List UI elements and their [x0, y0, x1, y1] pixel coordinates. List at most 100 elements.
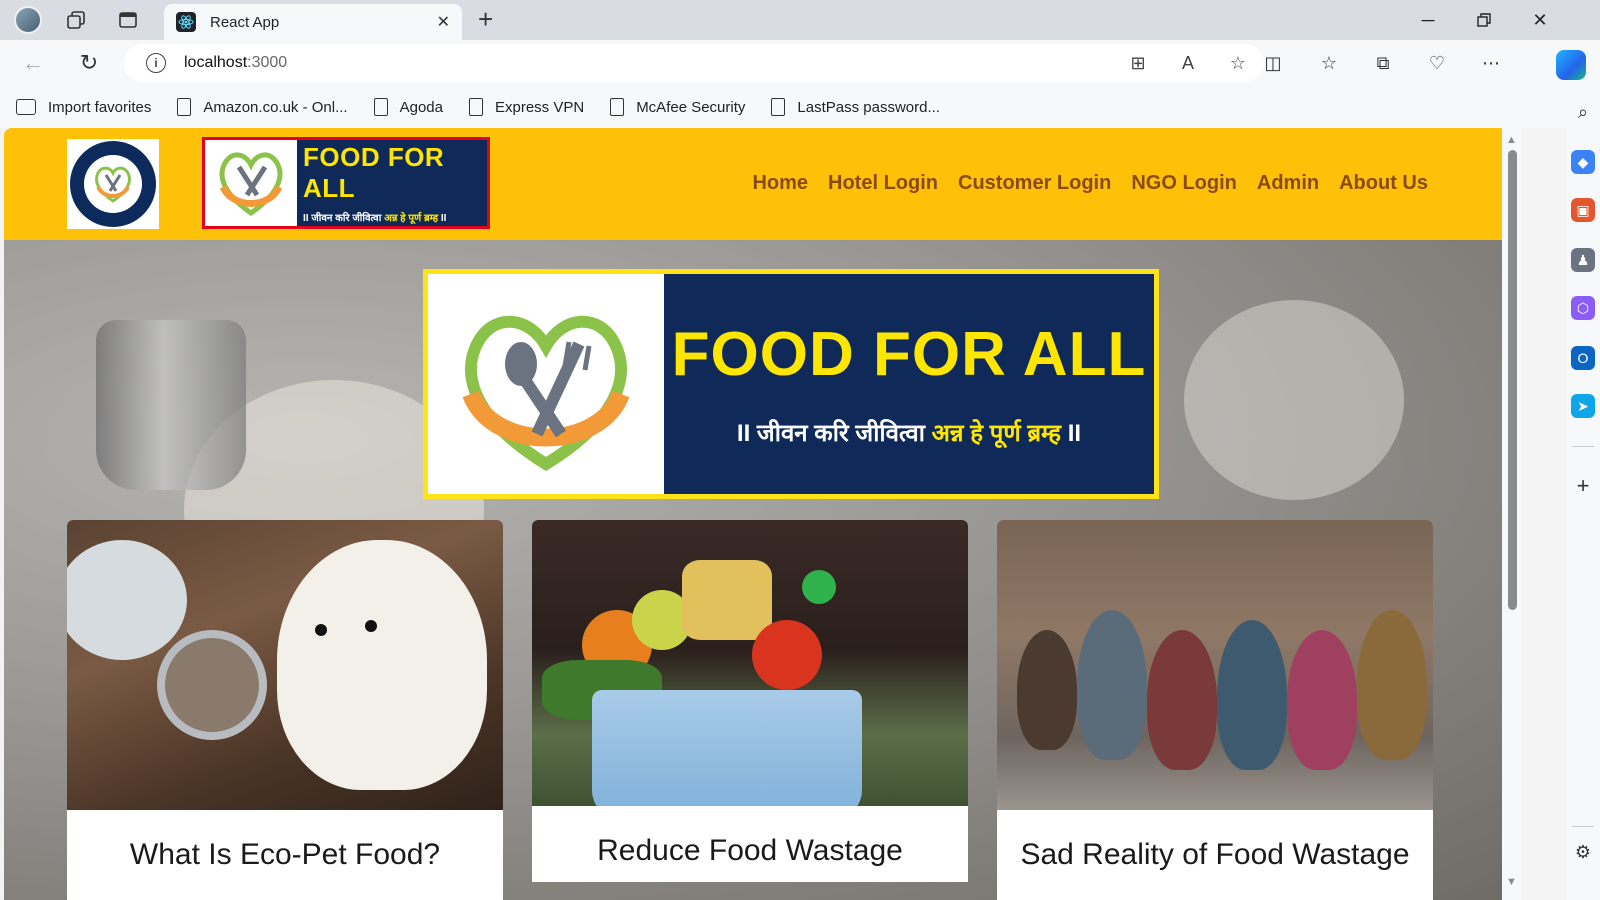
favorite-label: LastPass password...	[797, 98, 940, 116]
page-icon	[771, 98, 786, 116]
cheese-image	[682, 560, 772, 640]
refresh-icon[interactable]: ↻	[76, 50, 102, 76]
round-logo[interactable]	[67, 139, 159, 229]
close-window-icon[interactable]: ✕	[1528, 8, 1552, 32]
send-icon[interactable]: ➤	[1571, 394, 1595, 418]
page-icon	[177, 98, 192, 116]
microsoft-365-icon[interactable]: ⬡	[1571, 296, 1595, 320]
card-image-dog	[67, 520, 503, 810]
minimize-icon[interactable]: ─	[1416, 8, 1440, 32]
outlook-icon[interactable]: O	[1571, 346, 1595, 370]
hero-banner-emblem	[428, 274, 664, 494]
tagline-start: II जीवन करि जीवित्वा	[736, 420, 925, 447]
browser-toolbar: ← ↻ i localhost:3000 ⊞ A ☆ ◫ ☆ ⧉ ♡ ⋯	[0, 40, 1600, 86]
tools-icon[interactable]: ▣	[1571, 198, 1595, 222]
tab-close-icon[interactable]: ✕	[437, 12, 450, 32]
url-host: localhost	[184, 54, 248, 71]
back-arrow-icon[interactable]: ←	[20, 50, 46, 76]
heart-plate-icon	[95, 166, 131, 203]
card-image-food-waste	[532, 520, 968, 806]
url-port: :3000	[247, 54, 288, 71]
browser-essentials-icon[interactable]: ♡	[1424, 50, 1450, 76]
favorite-label: Import favorites	[48, 98, 152, 116]
nav-ngo-login[interactable]: NGO Login	[1131, 172, 1237, 195]
tagline-start: II जीवन करि जीवित्वा	[303, 213, 382, 224]
card-title: Reduce Food Wastage	[597, 834, 903, 867]
nav-about-us[interactable]: About Us	[1339, 172, 1428, 195]
sidebar-divider	[1572, 446, 1594, 447]
favorite-agoda[interactable]: Agoda	[373, 98, 443, 116]
heart-plate-icon	[219, 152, 283, 217]
nav-admin[interactable]: Admin	[1257, 172, 1319, 195]
hero-bg-bowl	[1184, 300, 1404, 500]
browser-tab[interactable]: React App ✕	[164, 4, 462, 40]
nav-customer-login[interactable]: Customer Login	[958, 172, 1111, 195]
site-navigation: Home Hotel Login Customer Login NGO Logi…	[752, 172, 1428, 195]
favorite-label: Agoda	[399, 98, 443, 116]
favorite-star-icon[interactable]: ☆	[1226, 51, 1250, 75]
more-menu-icon[interactable]: ⋯	[1478, 50, 1504, 76]
shopping-tag-icon[interactable]: ◆	[1571, 150, 1595, 174]
header-banner-logo[interactable]: FOOD FOR ALL II जीवन करि जीवित्वा अन्न ह…	[202, 137, 490, 229]
favorite-expressvpn[interactable]: Express VPN	[468, 98, 584, 116]
profile-avatar[interactable]	[14, 6, 42, 34]
tagline-end: II	[440, 213, 447, 224]
tomato-image	[752, 620, 822, 690]
address-bar[interactable]: i localhost:3000 ⊞ A ☆	[124, 44, 1264, 82]
copilot-icon[interactable]	[1556, 50, 1586, 80]
favorite-mcafee[interactable]: McAfee Security	[610, 98, 745, 116]
child-figure	[1217, 620, 1287, 770]
child-figure	[1017, 630, 1077, 750]
child-figure	[1357, 610, 1427, 760]
site-header: FOOD FOR ALL II जीवन करि जीवित्वा अन्न ह…	[4, 128, 1502, 240]
scroll-thumb[interactable]	[1508, 150, 1517, 610]
add-sidebar-icon[interactable]: +	[1571, 473, 1595, 498]
favorites-list-icon[interactable]: ☆	[1316, 50, 1342, 76]
page-icon	[468, 98, 483, 116]
card-eco-pet-food[interactable]: What Is Eco-Pet Food?	[67, 520, 503, 900]
tab-title: React App	[210, 13, 280, 31]
hero-bg-pitcher	[96, 320, 246, 490]
vertical-tabs-icon[interactable]	[116, 8, 140, 32]
favorite-import[interactable]: Import favorites	[16, 99, 151, 116]
child-figure	[1287, 630, 1357, 770]
favorite-lastpass[interactable]: LastPass password...	[771, 98, 940, 116]
scroll-down-icon[interactable]: ▼	[1506, 876, 1517, 888]
restore-icon[interactable]	[1472, 8, 1496, 32]
card-sad-reality[interactable]: Sad Reality of Food Wastage	[997, 520, 1433, 900]
apps-grid-icon[interactable]: ⊞	[1126, 51, 1150, 75]
favorite-amazon[interactable]: Amazon.co.uk - Onl...	[177, 98, 348, 116]
tagline-end: II	[1067, 420, 1082, 447]
dog-eye	[365, 620, 377, 632]
scroll-up-icon[interactable]: ▲	[1506, 134, 1517, 146]
hero-banner-tagline: II जीवन करि जीवित्वा अन्न हे पूर्ण ब्रम्…	[737, 416, 1081, 449]
card-title: What Is Eco-Pet Food?	[129, 838, 441, 871]
hero-banner: FOOD FOR ALL II जीवन करि जीवित्वा अन्न ह…	[423, 269, 1159, 499]
settings-gear-icon[interactable]: ⚙	[1571, 840, 1595, 864]
child-figure	[1147, 630, 1217, 770]
card-image-children	[997, 520, 1433, 810]
edge-sidebar: ⌕ ◆ ▣ ♟ ⬡ O ➤ + ⚙	[1566, 86, 1600, 900]
games-icon[interactable]: ♟	[1571, 248, 1595, 272]
page-viewport: FOOD FOR ALL II जीवन करि जीवित्वा अन्न ह…	[4, 128, 1502, 900]
new-tab-icon[interactable]: +	[478, 6, 493, 32]
nav-home[interactable]: Home	[752, 172, 808, 195]
page-icon	[373, 98, 388, 116]
bowl-image	[157, 630, 267, 740]
banner-small-title: FOOD FOR ALL	[303, 142, 445, 203]
dog-eye	[315, 624, 327, 636]
collections-icon[interactable]: ⧉	[1370, 50, 1396, 76]
favorites-bar: Import favorites Amazon.co.uk - Onl... A…	[0, 86, 1566, 128]
round-logo-center	[84, 155, 142, 213]
search-icon[interactable]: ⌕	[1571, 100, 1595, 124]
round-logo-badge	[70, 141, 156, 227]
child-figure	[1077, 610, 1147, 760]
nav-hotel-login[interactable]: Hotel Login	[828, 172, 938, 195]
site-info-icon[interactable]: i	[146, 53, 166, 73]
bowl-image	[67, 540, 187, 660]
card-reduce-food-wastage[interactable]: Reduce Food Wastage	[532, 520, 968, 882]
read-aloud-icon[interactable]: A	[1176, 51, 1200, 75]
workspaces-icon[interactable]	[64, 8, 88, 32]
import-icon	[16, 99, 36, 115]
split-screen-icon[interactable]: ◫	[1260, 50, 1286, 76]
